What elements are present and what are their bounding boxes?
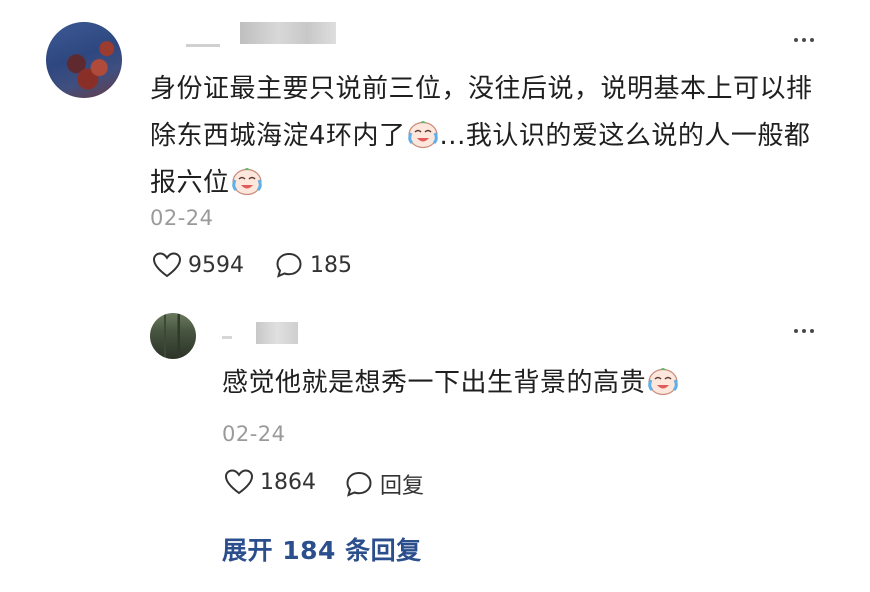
like-count: 9594 — [188, 252, 244, 278]
comment-text: 身份证最主要只说前三位，没往后说，说明基本上可以排除东西城海淀4环内了 ...我… — [150, 66, 835, 207]
reply-count-button[interactable]: 185 — [274, 251, 352, 279]
reply-avatar[interactable] — [150, 313, 196, 359]
reply-like-button[interactable]: 1864 — [224, 468, 316, 496]
more-options-icon[interactable] — [794, 38, 814, 42]
heart-icon — [224, 469, 254, 495]
reply-button[interactable]: 回复 — [344, 468, 424, 500]
comment-date: 02-24 — [150, 206, 214, 230]
username-blurred[interactable] — [240, 22, 336, 44]
reply-more-options-icon[interactable] — [794, 329, 814, 333]
reply-date: 02-24 — [222, 422, 286, 446]
username-blur-fragment — [186, 44, 220, 47]
reply-username-blur-fragment — [222, 336, 232, 339]
comment-bubble-icon — [276, 252, 302, 278]
crying-laugh-emoji-icon — [407, 121, 438, 149]
reply-count: 185 — [310, 252, 352, 278]
heart-icon — [152, 252, 182, 278]
avatar[interactable] — [46, 22, 122, 98]
reply-text-content: 感觉他就是想秀一下出生背景的高贵 — [222, 368, 647, 398]
reply-button-label: 回复 — [380, 474, 425, 499]
reply-like-count: 1864 — [260, 469, 316, 495]
reply-text: 感觉他就是想秀一下出生背景的高贵 — [222, 360, 842, 407]
expand-replies-link[interactable]: 展开 184 条回复 — [222, 531, 422, 567]
comment-bubble-icon — [346, 471, 372, 497]
crying-laugh-emoji-icon — [648, 368, 678, 396]
like-button[interactable]: 9594 — [152, 251, 244, 279]
crying-laugh-emoji-icon — [231, 168, 262, 196]
reply-username-blurred[interactable] — [256, 322, 298, 344]
